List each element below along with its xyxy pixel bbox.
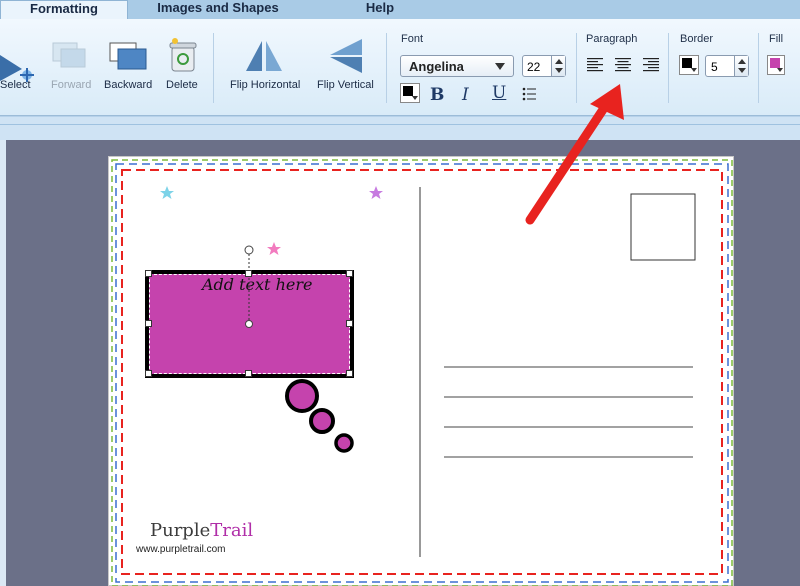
underline-icon: U xyxy=(492,83,507,103)
tab-help[interactable]: Help xyxy=(330,0,430,20)
rotate-handle[interactable] xyxy=(239,243,259,333)
border-group-title: Border xyxy=(680,33,714,45)
tab-bar: Formatting Images and Shapes Help xyxy=(0,0,800,20)
chevron-down-icon xyxy=(777,68,783,72)
resize-handle[interactable] xyxy=(145,370,152,377)
bold-icon: B xyxy=(430,85,445,105)
backward-button[interactable]: Backward xyxy=(102,37,156,107)
flip-vertical-label: Flip Vertical xyxy=(317,79,374,91)
resize-handle[interactable] xyxy=(346,320,353,327)
chevron-down-icon xyxy=(412,96,418,100)
align-center-button[interactable] xyxy=(615,58,631,72)
align-left-button[interactable] xyxy=(587,58,603,72)
font-size-spin[interactable] xyxy=(551,56,565,76)
paragraph-group-title: Paragraph xyxy=(586,33,638,45)
brand-logo: PurpleTrail xyxy=(150,520,253,541)
forward-button[interactable]: Forward xyxy=(48,37,94,107)
star-icon xyxy=(267,242,281,255)
flip-horizontal-button[interactable]: Flip Horizontal xyxy=(226,37,306,107)
spin-arrows-icon xyxy=(555,59,563,73)
trash-icon xyxy=(169,38,197,72)
italic-icon: I xyxy=(462,85,469,105)
ribbon-footer-strip xyxy=(0,116,800,140)
separator xyxy=(668,33,669,103)
align-right-icon xyxy=(643,58,659,72)
font-group-title: Font xyxy=(401,33,424,45)
flip-vertical-icon xyxy=(330,39,362,73)
brand-purple-text: Purple xyxy=(150,520,211,541)
align-center-icon xyxy=(615,58,631,72)
fill-color-button[interactable] xyxy=(767,55,785,75)
separator xyxy=(758,33,759,103)
flip-horizontal-label: Flip Horizontal xyxy=(230,79,301,91)
ribbon-footer-line xyxy=(0,124,800,125)
flip-horizontal-icon xyxy=(246,41,282,71)
chevron-down-icon xyxy=(495,63,505,70)
star-icon xyxy=(369,186,383,199)
chevron-down-icon xyxy=(691,68,697,72)
font-family-value: Angelina xyxy=(409,59,464,74)
delete-label: Delete xyxy=(166,79,198,91)
tab-images-and-shapes[interactable]: Images and Shapes xyxy=(128,0,308,20)
backward-icon xyxy=(109,42,147,70)
star-icon xyxy=(160,186,174,199)
separator xyxy=(386,33,387,103)
fill-color-icon xyxy=(770,58,780,68)
annotation-arrow xyxy=(525,84,624,225)
align-left-icon xyxy=(587,58,603,72)
tab-formatting[interactable]: Formatting xyxy=(0,0,128,20)
border-width-value: 5 xyxy=(711,60,718,74)
font-size-stepper[interactable]: 22 xyxy=(522,55,566,77)
text-color-button[interactable] xyxy=(400,83,420,103)
spin-arrows-icon xyxy=(738,59,746,73)
text-color-icon xyxy=(403,86,413,96)
border-width-stepper[interactable]: 5 xyxy=(705,55,749,77)
formatting-ribbon: Select Forward Backward Delete Flip Hori… xyxy=(0,19,800,116)
backward-label: Backward xyxy=(104,79,153,91)
brand-url: www.purpletrail.com xyxy=(136,544,226,555)
border-color-icon xyxy=(682,58,692,68)
forward-icon xyxy=(52,42,86,68)
brand-trail-text: Trail xyxy=(210,520,254,541)
border-color-button[interactable] xyxy=(679,55,699,75)
fill-group-title: Fill xyxy=(769,33,784,45)
underline-button[interactable]: U xyxy=(492,83,506,103)
resize-handle[interactable] xyxy=(145,270,152,277)
select-button[interactable]: Select xyxy=(0,37,40,107)
thought-circles xyxy=(285,379,354,453)
font-size-value: 22 xyxy=(527,60,541,74)
flip-vertical-button[interactable]: Flip Vertical xyxy=(314,37,380,107)
bold-button[interactable]: B xyxy=(430,85,444,105)
font-family-select[interactable]: Angelina xyxy=(400,55,514,77)
forward-label: Forward xyxy=(51,79,92,91)
delete-button[interactable]: Delete xyxy=(162,37,202,107)
resize-handle[interactable] xyxy=(245,270,252,277)
separator xyxy=(213,33,214,103)
italic-button[interactable]: I xyxy=(462,85,469,105)
select-label: Select xyxy=(0,79,31,91)
resize-handle[interactable] xyxy=(145,320,152,327)
border-width-spin[interactable] xyxy=(734,56,748,76)
left-gutter xyxy=(0,140,6,586)
resize-handle[interactable] xyxy=(245,370,252,377)
align-right-button[interactable] xyxy=(643,58,659,72)
resize-handle[interactable] xyxy=(346,270,353,277)
